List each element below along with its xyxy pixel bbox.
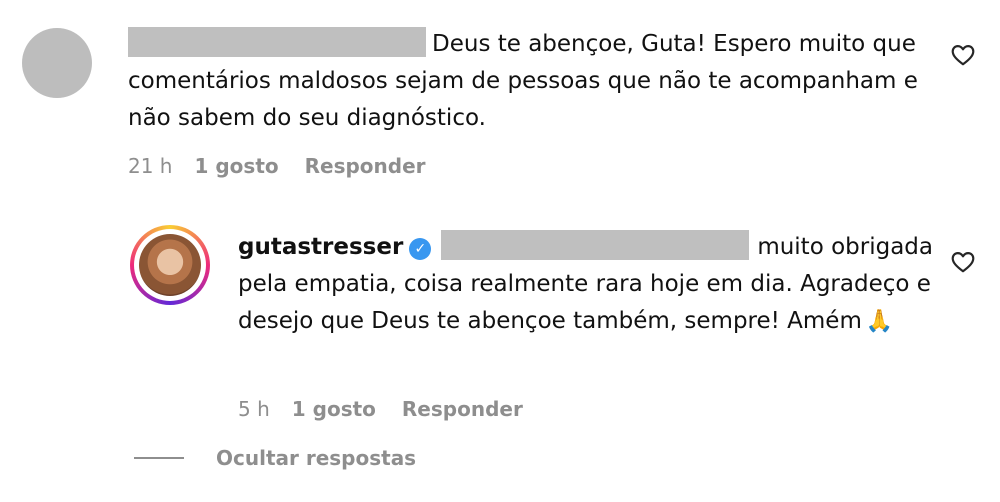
reply-button[interactable]: Responder [305, 154, 426, 178]
reply-meta: 5 h 1 gosto Responder [238, 397, 523, 421]
heart-icon[interactable] [950, 249, 976, 275]
divider-line [134, 457, 184, 459]
comment-time: 21 h [128, 154, 173, 178]
comment-meta: 21 h 1 gosto Responder [128, 154, 426, 178]
avatar[interactable] [130, 225, 210, 305]
reply-text: gutastresser ✓ muito obrigada pela empatia… [238, 229, 958, 340]
avatar[interactable] [22, 28, 92, 98]
hide-replies-label: Ocultar respostas [216, 446, 417, 470]
likes-count[interactable]: 1 gosto [194, 154, 278, 178]
comment-text: Deus te abençoe, Guta! Espero muito que … [128, 26, 948, 137]
username-link[interactable]: gutastresser [238, 234, 403, 260]
redacted-mention [441, 230, 750, 260]
praying-hands-emoji: 🙏 [865, 309, 894, 334]
heart-icon[interactable] [950, 42, 976, 68]
hide-replies-button[interactable]: Ocultar respostas [134, 446, 416, 470]
likes-count[interactable]: 1 gosto [292, 397, 376, 421]
reply-time: 5 h [238, 397, 270, 421]
reply-button[interactable]: Responder [402, 397, 523, 421]
verified-badge-icon: ✓ [409, 238, 432, 260]
redacted-username [128, 27, 426, 57]
